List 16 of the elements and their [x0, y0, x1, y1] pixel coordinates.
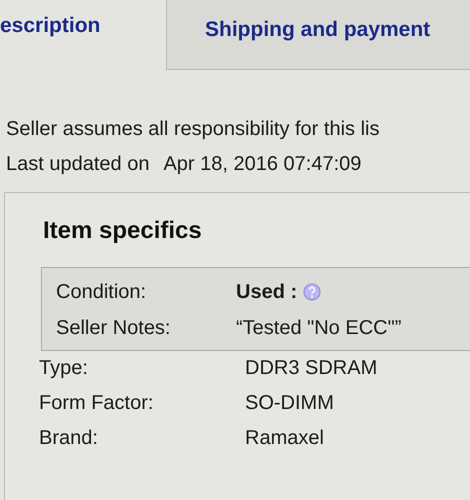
spec-label: Brand: [39, 427, 99, 450]
spec-value: DDR3 SDRAM [245, 357, 378, 380]
responsibility-notice: Seller assumes all responsibility for this lis [6, 118, 380, 141]
spec-value: SO-DIMM [245, 392, 334, 415]
spec-value: Used : [236, 280, 298, 304]
spec-label: Seller Notes: [55, 316, 172, 340]
last-updated-label: Last updated on [6, 153, 150, 176]
tab[interactable]: Shipping and payment [166, 0, 470, 70]
spec-label: Form Factor: [39, 392, 154, 415]
spec-label: Condition: [55, 280, 148, 304]
spec-value: “Tested "No ECC"” [236, 316, 402, 340]
last-updated-date: Apr 18, 2016 07:47:09 [163, 153, 362, 176]
spec-label: Type: [39, 357, 89, 380]
section-title: Item specifics [42, 217, 203, 245]
help-icon[interactable] [303, 283, 322, 301]
spec-value: Ramaxel [245, 427, 324, 450]
